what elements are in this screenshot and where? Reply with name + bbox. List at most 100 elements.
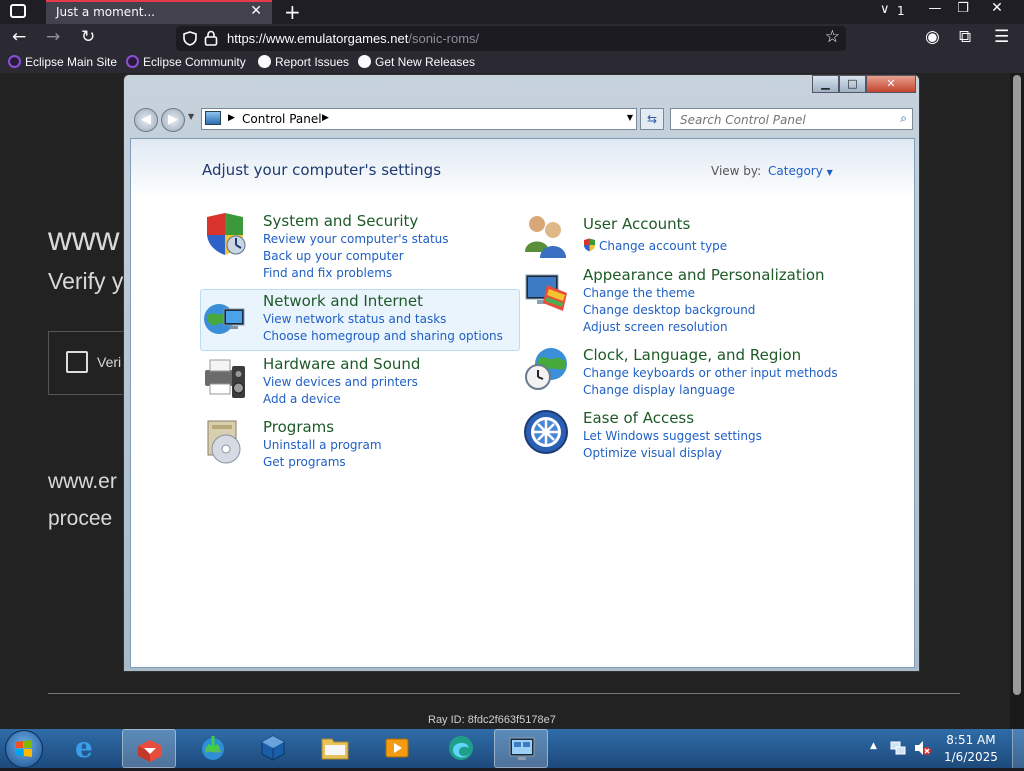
link-uninstall[interactable]: Uninstall a program [263, 438, 382, 452]
show-hidden-icons-button[interactable]: ▲ [870, 741, 877, 751]
link-back-up[interactable]: Back up your computer [263, 249, 404, 263]
bookmark-eclipse-community[interactable]: Eclipse Community [126, 55, 246, 69]
ray-id: Ray ID: 8fdc2f663f5178e7 [428, 714, 556, 726]
taskbar-edge[interactable] [434, 729, 488, 768]
taskbar-explorer[interactable] [308, 729, 362, 768]
page-heading-fragment: www [48, 220, 120, 257]
taskbar-app-active[interactable] [122, 729, 176, 768]
link-get-programs[interactable]: Get programs [263, 455, 346, 469]
tab-active[interactable]: Just a moment... ✕ [46, 0, 272, 24]
download-globe-icon [202, 736, 224, 760]
uac-shield-icon [584, 238, 595, 252]
tab-overflow-chevron-icon[interactable]: ∨ [880, 2, 890, 17]
taskbar-virtualbox[interactable] [246, 729, 300, 768]
tracking-shield-icon[interactable] [183, 31, 197, 46]
url-text: https://www.emulatorgames.net/sonic-roms… [227, 31, 479, 46]
control-panel-icon [509, 737, 535, 760]
search-icon[interactable]: ⌕ [900, 111, 907, 126]
user-accounts-icon [525, 216, 566, 258]
network-tray-icon[interactable] [890, 740, 906, 756]
system-clock[interactable]: 8:51 AM 1/6/2025 [944, 732, 998, 766]
link-change-theme[interactable]: Change the theme [583, 286, 695, 300]
link-screen-resolution[interactable]: Adjust screen resolution [583, 320, 728, 334]
link-optimize-display[interactable]: Optimize visual display [583, 446, 722, 460]
category-hardware-sound[interactable]: Hardware and Sound [263, 355, 420, 373]
cp-maximize-button[interactable]: □ [839, 75, 866, 93]
window-restore-button[interactable]: ❐ [950, 1, 976, 17]
volume-muted-icon[interactable] [914, 740, 932, 756]
address-dropdown-icon[interactable]: ▼ [627, 113, 633, 122]
github-icon [258, 55, 271, 68]
clock-time: 8:51 AM [946, 733, 996, 747]
category-system-security[interactable]: System and Security [263, 212, 418, 230]
edge-icon [449, 736, 473, 760]
bookmark-star-icon[interactable]: ☆ [825, 27, 840, 47]
link-fix-problems[interactable]: Find and fix problems [263, 266, 392, 280]
eclipse-logo-icon [126, 55, 139, 68]
github-icon [358, 55, 371, 68]
category-clock-language[interactable]: Clock, Language, and Region [583, 346, 801, 364]
bookmark-get-new-releases[interactable]: Get New Releases [358, 55, 475, 69]
category-ease-of-access[interactable]: Ease of Access [583, 409, 694, 427]
link-add-device[interactable]: Add a device [263, 392, 341, 406]
category-appearance[interactable]: Appearance and Personalization [583, 266, 825, 284]
view-by-dropdown[interactable]: Category ▼ [768, 164, 833, 178]
windows-logo-icon [16, 740, 32, 757]
cp-close-button[interactable]: ✕ [866, 75, 916, 93]
url-path: /sonic-roms/ [408, 31, 480, 46]
bookmark-report-issues[interactable]: Report Issues [258, 55, 349, 69]
url-bar[interactable]: https://www.emulatorgames.net/sonic-roms… [176, 26, 846, 51]
folder-icon [321, 738, 349, 760]
breadcrumb-chevron-icon[interactable]: ▶ [228, 113, 235, 123]
cp-search-input[interactable] [678, 110, 882, 130]
link-suggest-settings[interactable]: Let Windows suggest settings [583, 429, 762, 443]
breadcrumb-chevron-icon[interactable]: ▶ [322, 113, 329, 123]
window-minimize-button[interactable]: — [922, 1, 948, 17]
dropdown-arrow-icon: ▼ [826, 168, 833, 177]
show-desktop-button[interactable] [1012, 729, 1024, 768]
cp-back-button[interactable]: ◀ [134, 108, 158, 132]
taskbar-download-manager[interactable] [186, 729, 240, 768]
link-desktop-background[interactable]: Change desktop background [583, 303, 755, 317]
window-close-button[interactable]: ✕ [980, 0, 1014, 16]
link-change-keyboards[interactable]: Change keyboards or other input methods [583, 366, 838, 380]
page-scrollbar-thumb[interactable] [1013, 75, 1021, 695]
bookmark-label: Get New Releases [375, 55, 476, 69]
appearance-monitor-icon [525, 274, 567, 311]
taskbar-control-panel[interactable] [494, 729, 548, 768]
tab-list-icon[interactable] [10, 4, 26, 18]
link-display-language[interactable]: Change display language [583, 383, 735, 397]
cp-search-box[interactable]: ⌕ [670, 108, 913, 130]
account-icon[interactable]: ◉ [925, 27, 940, 47]
breadcrumb-control-panel[interactable]: Control Panel [242, 112, 322, 126]
view-by-value: Category [768, 164, 823, 178]
eclipse-logo-icon [8, 55, 21, 68]
link-devices-printers[interactable]: View devices and printers [263, 375, 418, 389]
category-user-accounts[interactable]: User Accounts [583, 215, 690, 233]
cp-forward-button[interactable]: ▶ [161, 108, 185, 132]
menu-hamburger-icon[interactable]: ☰ [994, 27, 1009, 47]
bookmark-eclipse-main[interactable]: Eclipse Main Site [8, 55, 117, 69]
cp-minimize-button[interactable]: ▁ [812, 75, 839, 93]
new-tab-button[interactable]: + [284, 0, 301, 24]
link-homegroup[interactable]: Choose homegroup and sharing options [263, 329, 503, 343]
cp-address-bar[interactable]: ▶ Control Panel ▶ ▼ [201, 108, 637, 130]
captcha-checkbox[interactable] [66, 351, 88, 373]
lock-icon[interactable] [204, 30, 218, 46]
link-review-status[interactable]: Review your computer's status [263, 232, 449, 246]
category-network-internet[interactable]: Network and Internet [263, 292, 423, 310]
cp-refresh-button[interactable]: ⇆ [640, 108, 664, 130]
taskbar-ie[interactable]: e [62, 729, 116, 768]
link-network-status[interactable]: View network status and tasks [263, 312, 446, 326]
forward-arrow-icon[interactable]: → [46, 27, 60, 47]
reload-icon[interactable]: ↻ [81, 27, 95, 47]
category-programs[interactable]: Programs [263, 418, 334, 436]
start-button[interactable] [5, 730, 43, 768]
tab-close-icon[interactable]: ✕ [250, 3, 262, 19]
extensions-icon[interactable]: ⧉ [959, 27, 971, 47]
back-arrow-icon[interactable]: ← [12, 27, 26, 47]
bookmark-label: Report Issues [275, 55, 350, 69]
cp-recent-pages-chevron-icon[interactable]: ▼ [188, 112, 194, 121]
taskbar-media-player[interactable] [370, 729, 424, 768]
link-change-account-type[interactable]: Change account type [599, 239, 727, 253]
